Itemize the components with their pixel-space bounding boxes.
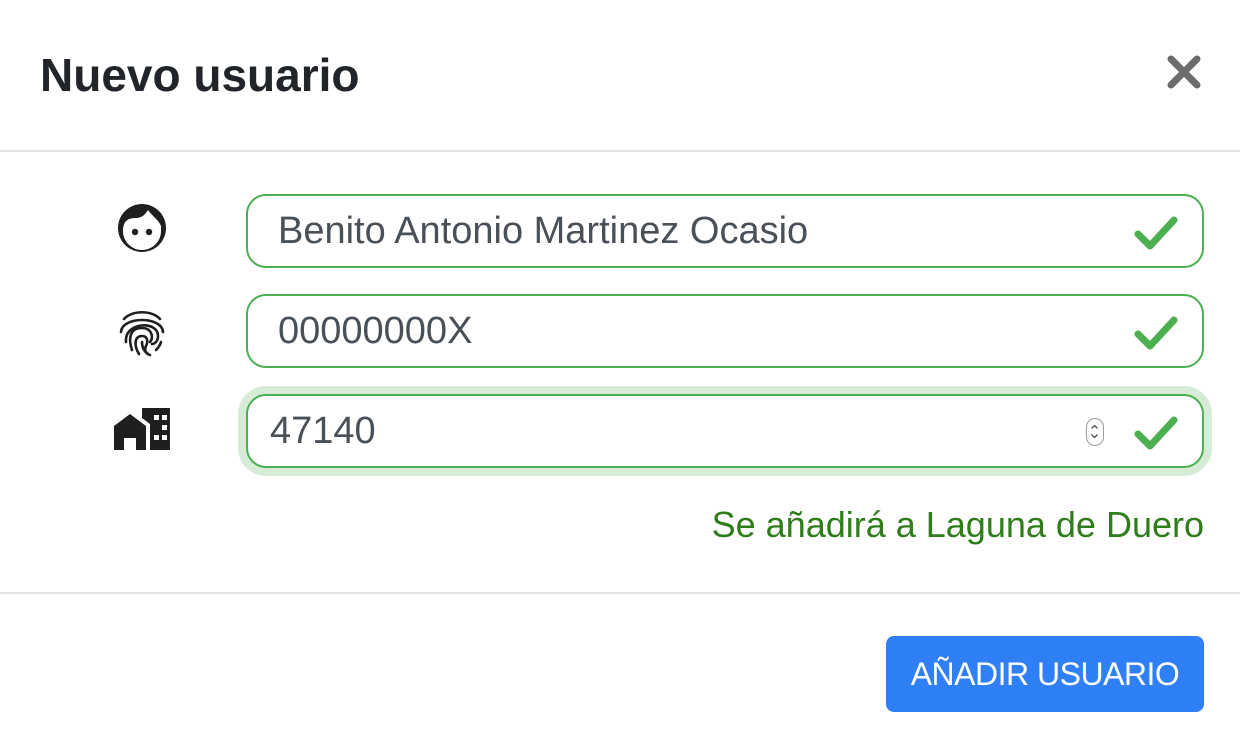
id-row [0, 294, 1240, 368]
check-icon [1134, 416, 1178, 450]
name-field[interactable] [246, 194, 1204, 268]
number-spinner[interactable] [1086, 418, 1104, 446]
postal-code-field[interactable] [246, 394, 1204, 468]
name-input[interactable] [278, 204, 1098, 258]
home-city-icon [114, 408, 170, 450]
postal-code-input[interactable] [270, 404, 1090, 458]
check-icon [1134, 216, 1178, 250]
dialog-title: Nuevo usuario [40, 49, 360, 101]
add-user-button[interactable]: AÑADIR USUARIO [886, 636, 1204, 712]
dialog-body: Se añadirá a Laguna de Duero [0, 152, 1240, 594]
fingerprint-icon [119, 310, 165, 357]
postal-code-row [0, 394, 1240, 468]
id-input[interactable] [278, 304, 1098, 358]
face-icon [118, 204, 166, 252]
close-icon [1167, 55, 1201, 89]
dialog-footer: AÑADIR USUARIO [0, 594, 1240, 752]
location-hint: Se añadirá a Laguna de Duero [711, 504, 1204, 545]
new-user-dialog: Nuevo usuario Benito Antonio Martinez Oc… [0, 0, 1240, 752]
spinner-arrows-icon [1091, 424, 1098, 439]
id-field[interactable] [246, 294, 1204, 368]
close-button[interactable] [1164, 52, 1204, 92]
dialog-header: Nuevo usuario [0, 0, 1240, 152]
name-row [0, 194, 1240, 268]
check-icon [1134, 316, 1178, 350]
